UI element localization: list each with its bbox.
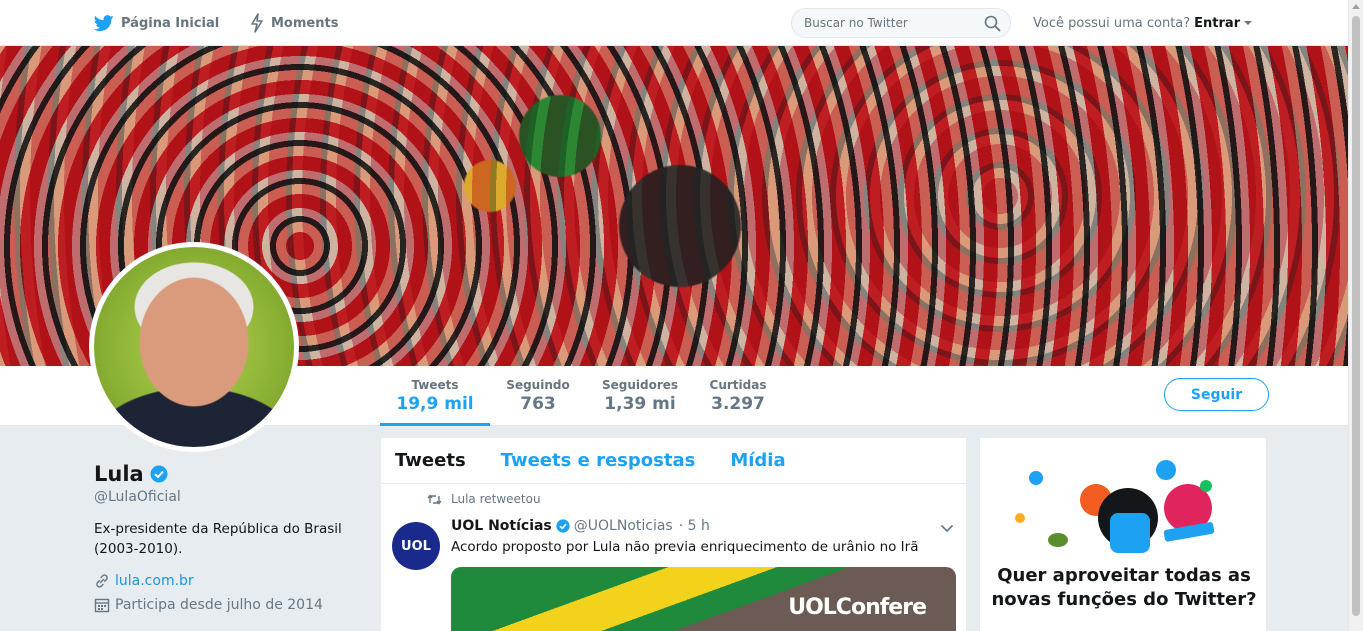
retweet-icon [427, 493, 442, 505]
scroll-up-arrow-icon[interactable] [1352, 4, 1360, 9]
retweet-context: Lula retweetou [427, 492, 966, 506]
retweet-context-text[interactable]: Lula retweetou [451, 492, 541, 506]
stat-followers[interactable]: Seguidores 1,39 mi [597, 366, 683, 426]
profile-joined-row: Participa desde julho de 2014 [94, 597, 364, 613]
stat-followers-label: Seguidores [601, 378, 679, 392]
page-scrollbar[interactable] [1348, 0, 1363, 631]
caret-down-icon[interactable] [1244, 21, 1253, 25]
tweet-text: Acordo proposto por Lula não previa enri… [451, 539, 919, 555]
timeline: Tweets Tweets e respostas Mídia Lula ret… [380, 437, 967, 631]
nav-home-label: Página Inicial [121, 15, 220, 31]
follow-button[interactable]: Seguir [1164, 378, 1269, 411]
promo-illustration [1015, 460, 1215, 553]
profile-handle[interactable]: @LulaOficial [94, 489, 364, 505]
link-icon [96, 574, 108, 588]
profile-joined-date: Participa desde julho de 2014 [115, 597, 323, 613]
tab-tweets-and-replies[interactable]: Tweets e respostas [501, 450, 696, 471]
profile-website-link[interactable]: lula.com.br [115, 573, 194, 589]
stat-following-value: 763 [520, 394, 556, 414]
lightning-icon [251, 13, 263, 33]
verified-icon [556, 519, 570, 533]
twitter-bird-icon [94, 14, 114, 31]
tweet-author-name[interactable]: UOL Notícias [451, 518, 552, 534]
account-question: Você possui uma conta? [1033, 15, 1191, 31]
stat-following-label: Seguindo [506, 378, 570, 392]
verified-icon [150, 465, 168, 483]
tab-media[interactable]: Mídia [730, 450, 785, 471]
promo-title: Quer aproveitar todas as novas funções d… [991, 565, 1257, 610]
timeline-tabs: Tweets Tweets e respostas Mídia [381, 438, 966, 484]
tweet-header: UOL Notícias @UOLNoticias · 5 h [451, 518, 710, 534]
profile-website-row: lula.com.br [94, 573, 364, 589]
stat-likes[interactable]: Curtidas 3.297 [704, 366, 772, 426]
tab-tweets[interactable]: Tweets [395, 450, 466, 471]
calendar-icon [94, 598, 110, 613]
search-icon[interactable] [984, 15, 1001, 32]
scrollbar-thumb[interactable] [1352, 16, 1360, 616]
stat-followers-value: 1,39 mi [604, 394, 676, 414]
tweet-avatar-text: UOL [401, 538, 431, 554]
stat-tweets[interactable]: Tweets 19,9 mil [380, 366, 490, 426]
tweet-author-handle[interactable]: @UOLNoticias [574, 518, 673, 534]
stat-tweets-label: Tweets [411, 378, 459, 392]
tweet-timestamp[interactable]: · 5 h [679, 518, 710, 534]
login-link[interactable]: Entrar [1194, 16, 1240, 31]
avatar[interactable] [89, 242, 299, 452]
chevron-down-icon[interactable] [940, 523, 954, 533]
top-navigation: Página Inicial Moments Você possui uma c… [0, 0, 1348, 46]
tweet[interactable]: Lula retweetou UOL UOL Notícias @UOLNoti… [381, 492, 966, 631]
stat-following[interactable]: Seguindo 763 [500, 366, 576, 426]
nav-moments-label: Moments [271, 15, 339, 31]
profile-bio: Ex-presidente da República do Brasil (20… [94, 521, 342, 557]
nav-moments-link[interactable]: Moments [250, 0, 338, 46]
search-box [791, 8, 1011, 38]
profile-name[interactable]: Lula [94, 462, 144, 486]
account-menu: Você possui uma conta? Entrar [1033, 0, 1253, 46]
search-input[interactable] [792, 9, 972, 37]
stat-likes-label: Curtidas [709, 378, 767, 392]
nav-home-link[interactable]: Página Inicial [94, 0, 219, 46]
tweet-media-image[interactable]: UOLConfere [451, 567, 956, 631]
signup-promo-card: Quer aproveitar todas as novas funções d… [979, 437, 1267, 631]
stat-likes-value: 3.297 [711, 394, 765, 414]
tweet-author-avatar[interactable]: UOL [392, 522, 440, 570]
stat-tweets-value: 19,9 mil [396, 394, 474, 414]
profile-card: Lula @LulaOficial Ex-presidente da Repúb… [94, 462, 364, 613]
media-label: UOLConfere [788, 595, 927, 620]
